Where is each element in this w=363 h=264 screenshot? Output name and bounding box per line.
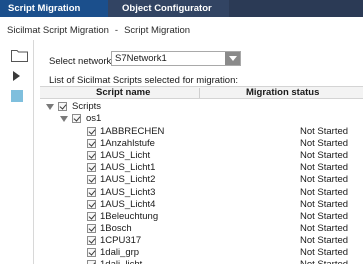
- breadcrumb: Sicilmat Script Migration - Script Migrati…: [7, 25, 190, 36]
- script-name: 1AUS_Licht4: [100, 198, 156, 210]
- script-checkbox[interactable]: [87, 187, 96, 197]
- script-checkbox[interactable]: [87, 235, 96, 245]
- tree-label-os1: os1: [86, 113, 102, 124]
- script-checkbox[interactable]: [87, 139, 96, 149]
- migration-status: Not Started: [300, 186, 349, 198]
- script-name: 1Bosch: [100, 222, 132, 234]
- script-checkbox[interactable]: [87, 199, 96, 209]
- tab-bar: Script Migration Object Configurator: [0, 0, 363, 17]
- column-divider: [199, 88, 200, 98]
- expand-triangle-icon[interactable]: [46, 104, 54, 110]
- scripts-grid: Script name Migration status Scripts os1…: [40, 86, 363, 264]
- sidebar: [0, 40, 34, 264]
- script-name: 1AUS_Licht3: [100, 186, 156, 198]
- breadcrumb-app: Sicilmat Script Migration: [7, 25, 109, 36]
- script-name: 1CPU317: [100, 234, 142, 246]
- chevron-down-icon[interactable]: [225, 52, 240, 65]
- tree-label-scripts: Scripts: [72, 101, 102, 112]
- script-checkbox[interactable]: [87, 163, 96, 173]
- script-name: 1dali_licht: [100, 259, 142, 264]
- migration-status: Not Started: [300, 162, 349, 174]
- script-checkbox[interactable]: [87, 248, 96, 257]
- migration-status: Not Started: [300, 126, 349, 137]
- network-select-value: S7Network1: [115, 53, 167, 64]
- script-checkbox[interactable]: [87, 127, 96, 136]
- migration-status: Not Started: [300, 174, 349, 186]
- tab-script-migration[interactable]: Script Migration: [0, 0, 108, 17]
- script-name: 1Anzahlstufe: [100, 138, 155, 150]
- migration-status: Not Started: [300, 210, 349, 222]
- tab-object-configurator[interactable]: Object Configurator: [108, 0, 229, 17]
- migration-status: Not Started: [300, 234, 349, 246]
- play-icon[interactable]: [13, 71, 20, 81]
- script-name: 1AUS_Licht: [100, 150, 151, 162]
- migration-status: Not Started: [300, 198, 349, 210]
- scripts-list-label: List of Sicilmat Scripts selected for mi…: [49, 75, 239, 86]
- network-select[interactable]: S7Network1: [111, 51, 241, 66]
- migration-status: Not Started: [300, 138, 349, 150]
- grid-header: Script name Migration status: [40, 87, 363, 99]
- breadcrumb-page: Script Migration: [124, 25, 191, 36]
- script-name: 1AUS_Licht2: [100, 174, 156, 186]
- migration-status: Not Started: [300, 247, 349, 258]
- network-label: Select network:: [49, 56, 114, 67]
- checkbox-os1[interactable]: [72, 114, 81, 123]
- script-checkbox[interactable]: [87, 223, 96, 233]
- script-name: 1ABBRECHEN: [100, 126, 165, 137]
- column-header-script-name[interactable]: Script name: [96, 87, 150, 99]
- migration-status: Not Started: [300, 259, 348, 264]
- expand-triangle-icon[interactable]: [60, 116, 68, 122]
- script-checkbox[interactable]: [87, 151, 96, 161]
- script-name: 1Beleuchtung: [100, 210, 159, 222]
- script-name: 1dali_grp: [100, 247, 140, 258]
- script-checkbox[interactable]: [87, 175, 96, 185]
- script-name: 1AUS_Licht1: [100, 162, 156, 174]
- stop-square-icon[interactable]: [11, 90, 23, 102]
- column-header-migration-status[interactable]: Migration status: [246, 87, 319, 99]
- script-checkbox[interactable]: [87, 211, 96, 221]
- folder-icon[interactable]: [11, 49, 28, 62]
- script-checkbox[interactable]: [87, 260, 96, 264]
- checkbox-scripts[interactable]: [58, 102, 67, 111]
- migration-status: Not Started: [300, 222, 349, 234]
- migration-status: Not Started: [300, 150, 349, 162]
- breadcrumb-separator: -: [114, 25, 119, 36]
